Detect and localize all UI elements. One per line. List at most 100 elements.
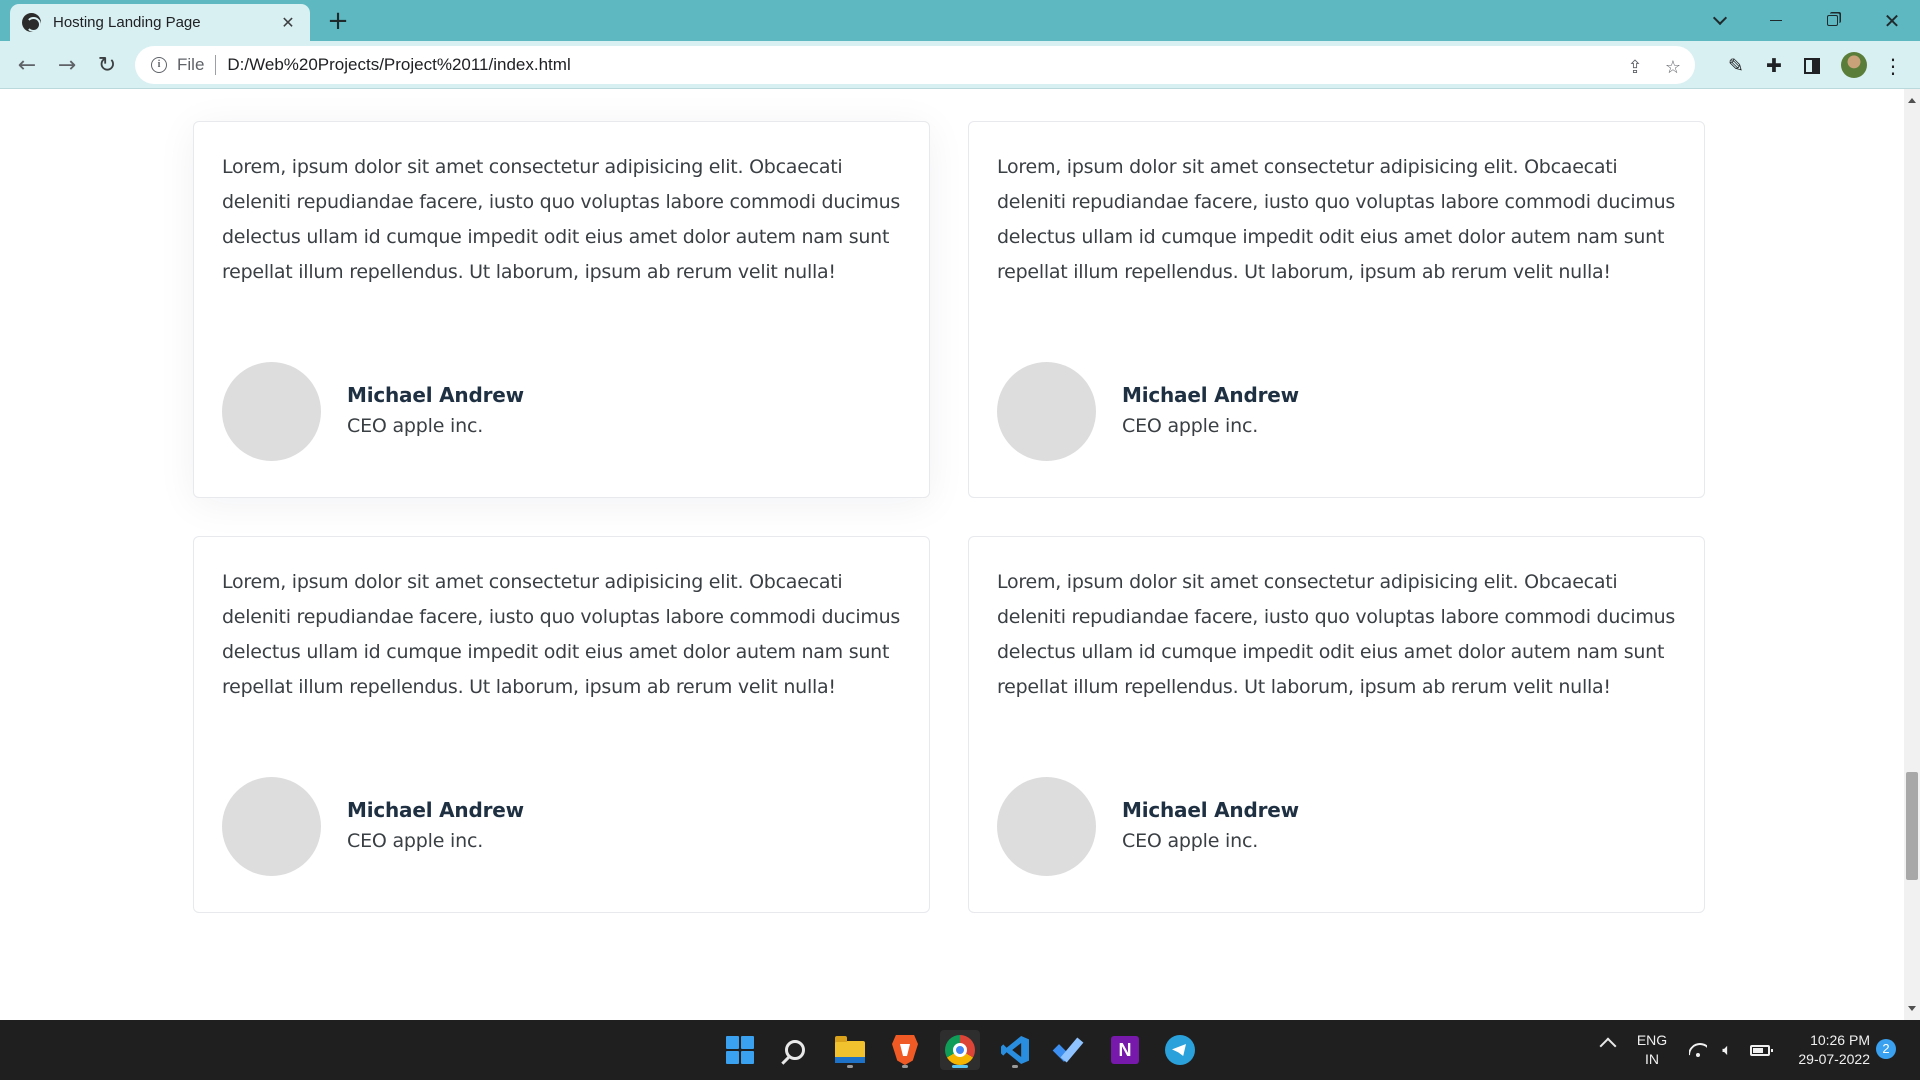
minimize-icon [1770, 20, 1782, 21]
telegram-icon [1165, 1035, 1195, 1065]
author-role: CEO apple inc. [347, 829, 484, 852]
profile-avatar[interactable] [1841, 52, 1867, 78]
folder-icon [835, 1036, 865, 1063]
search-icon [785, 1040, 805, 1060]
avatar [222, 362, 321, 461]
author-name: Michael Andrew [1122, 382, 1299, 407]
testimonial-card: Lorem, ipsum dolor sit amet consectetur … [193, 536, 930, 913]
avatar [997, 362, 1096, 461]
taskbar-brave[interactable] [885, 1030, 925, 1070]
browser-toolbar: ← → ↻ i File D:/Web%20Projects/Project%2… [0, 41, 1920, 89]
running-indicator [847, 1065, 853, 1068]
share-icon[interactable]: ⇪ [1623, 55, 1647, 79]
testimonial-quote: Lorem, ipsum dolor sit amet consectetur … [222, 156, 901, 283]
clock-date: 29-07-2022 [1798, 1051, 1870, 1067]
testimonial-card: Lorem, ipsum dolor sit amet consectetur … [968, 536, 1705, 913]
scroll-down-arrow-icon[interactable] [1908, 1006, 1916, 1011]
more-menu-button[interactable]: ⋮ [1881, 54, 1905, 78]
extension-blocked-icon[interactable]: ✎ [1724, 54, 1748, 78]
chrome-icon [945, 1035, 975, 1065]
region-code: IN [1645, 1051, 1659, 1067]
system-clock[interactable]: 10:26 PM 29-07-2022 [1782, 1031, 1870, 1069]
volume-icon[interactable]: 🔈︎ [1716, 1039, 1738, 1061]
taskbar-chrome[interactable] [940, 1030, 980, 1070]
puzzle-extensions-icon[interactable]: ✚ [1762, 54, 1786, 78]
taskbar-start-button[interactable] [720, 1030, 760, 1070]
back-button[interactable]: ← [11, 49, 43, 81]
chevron-down-icon [1712, 10, 1728, 25]
close-window-button[interactable]: ✕ [1864, 0, 1920, 41]
url-scheme: File [177, 55, 205, 74]
taskbar-vscode[interactable] [995, 1030, 1035, 1070]
taskbar-onenote[interactable]: N [1105, 1030, 1145, 1070]
bookmark-star-icon[interactable]: ☆ [1661, 55, 1685, 79]
testimonial-quote: Lorem, ipsum dolor sit amet consectetur … [997, 156, 1676, 283]
author-role: CEO apple inc. [1122, 414, 1259, 437]
testimonial-author: Michael Andrew CEO apple inc. [997, 777, 1299, 876]
brave-browser-icon [892, 1035, 918, 1065]
scroll-up-arrow-icon[interactable] [1908, 98, 1916, 103]
side-panel-button[interactable] [1800, 54, 1824, 78]
notification-badge[interactable]: 2 [1876, 1039, 1896, 1059]
author-meta: Michael Andrew CEO apple inc. [347, 796, 524, 858]
reload-button[interactable]: ↻ [91, 49, 123, 81]
new-tab-button[interactable]: + [322, 6, 354, 36]
tab-search-button[interactable] [1692, 0, 1748, 41]
arrow-left-icon: ← [17, 52, 37, 78]
taskbar-file-explorer[interactable] [830, 1030, 870, 1070]
author-meta: Michael Andrew CEO apple inc. [1122, 796, 1299, 858]
author-role: CEO apple inc. [1122, 829, 1259, 852]
clock-time: 10:26 PM [1810, 1032, 1870, 1048]
side-panel-icon [1804, 58, 1820, 74]
close-icon: ✕ [1883, 8, 1901, 33]
restore-button[interactable] [1804, 0, 1860, 41]
author-meta: Michael Andrew CEO apple inc. [1122, 381, 1299, 443]
taskbar-search-button[interactable] [775, 1030, 815, 1070]
battery-icon[interactable] [1749, 1039, 1773, 1061]
wifi-icon[interactable] [1687, 1039, 1709, 1061]
taskbar-todo[interactable] [1050, 1030, 1090, 1070]
testimonial-card: Lorem, ipsum dolor sit amet consectetur … [968, 121, 1705, 498]
language-code: ENG [1636, 1032, 1668, 1048]
active-indicator [952, 1065, 968, 1068]
vscode-icon [1001, 1036, 1029, 1064]
taskbar-telegram[interactable] [1160, 1030, 1200, 1070]
url-text[interactable]: D:/Web%20Projects/Project%2011/index.htm… [227, 55, 570, 75]
restore-icon [1826, 15, 1838, 26]
wifi-glyph [1689, 1043, 1707, 1057]
tab-close-button[interactable]: ✕ [278, 13, 298, 32]
tab-title: Hosting Landing Page [53, 14, 201, 31]
minimize-button[interactable] [1748, 0, 1804, 41]
taskbar: N [0, 1020, 1920, 1080]
scrollbar-thumb[interactable] [1906, 772, 1918, 880]
windows-logo-icon [726, 1036, 754, 1064]
url-separator [215, 55, 217, 75]
browser-tab[interactable]: Hosting Landing Page ✕ [10, 4, 310, 41]
battery-glyph [1750, 1044, 1773, 1056]
browser-tabstrip: Hosting Landing Page ✕ + ✕ [0, 0, 1920, 41]
author-name: Michael Andrew [347, 797, 524, 822]
avatar [222, 777, 321, 876]
author-name: Michael Andrew [347, 382, 524, 407]
page-viewport: Lorem, ipsum dolor sit amet consectetur … [0, 89, 1904, 1020]
testimonial-card: Lorem, ipsum dolor sit amet consectetur … [193, 121, 930, 498]
onenote-icon: N [1111, 1036, 1139, 1064]
info-icon[interactable]: i [151, 57, 167, 73]
running-indicator [902, 1065, 908, 1068]
testimonial-quote: Lorem, ipsum dolor sit amet consectetur … [997, 571, 1676, 698]
globe-icon [22, 13, 41, 32]
avatar [997, 777, 1096, 876]
page-scrollbar[interactable] [1904, 89, 1920, 1020]
testimonial-author: Michael Andrew CEO apple inc. [997, 362, 1299, 461]
kebab-menu-icon: ⋮ [1883, 54, 1903, 78]
reload-icon: ↻ [97, 52, 117, 78]
checkmark-todo-icon [1055, 1039, 1085, 1061]
testimonial-author: Michael Andrew CEO apple inc. [222, 777, 524, 876]
forward-button[interactable]: → [51, 49, 83, 81]
author-role: CEO apple inc. [347, 414, 484, 437]
author-name: Michael Andrew [1122, 797, 1299, 822]
testimonial-author: Michael Andrew CEO apple inc. [222, 362, 524, 461]
running-indicator [1012, 1065, 1018, 1068]
language-indicator[interactable]: ENG IN [1634, 1031, 1670, 1069]
address-bar[interactable]: i File D:/Web%20Projects/Project%2011/in… [135, 46, 1695, 84]
